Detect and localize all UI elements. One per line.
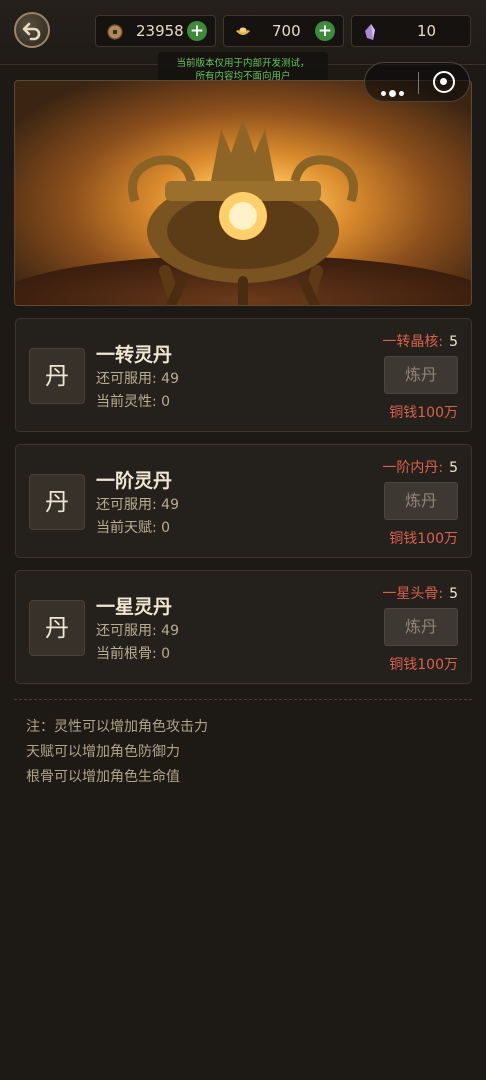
miniprogram-capsule — [364, 62, 470, 102]
cauldron-banner — [14, 80, 472, 306]
plus-icon: + — [189, 21, 205, 41]
more-dots-icon[interactable] — [381, 81, 407, 100]
remaining-label: 还可服用: — [96, 497, 157, 513]
refine-cost: 铜钱100万 — [389, 405, 458, 421]
copper-amount: 23958 — [136, 22, 184, 40]
current-stat: 当前灵性: 0 — [96, 391, 170, 411]
refine-button[interactable]: 炼丹 — [384, 608, 458, 646]
current-stat: 当前天赋: 0 — [96, 517, 170, 537]
dan-card-3: 丹 一星灵丹 还可服用: 49 当前根骨: 0 一星头骨: 5 炼丹 铜钱100万 — [15, 570, 472, 684]
refine-cost: 铜钱100万 — [389, 657, 458, 673]
remaining-value: 49 — [161, 623, 179, 639]
refine-cost: 铜钱100万 — [389, 531, 458, 547]
material-requirement: 一转晶核: 5 — [382, 331, 458, 351]
add-gold-button[interactable]: + — [315, 21, 335, 41]
dan-card-2: 丹 一阶灵丹 还可服用: 49 当前天赋: 0 一阶内丹: 5 炼丹 铜钱100万 — [15, 444, 472, 558]
gold-ingot-icon — [236, 27, 250, 35]
stat-value: 0 — [161, 646, 171, 662]
material-count: 5 — [449, 334, 458, 350]
dan-title: 一星灵丹 — [96, 596, 173, 618]
material-label: 一转晶核: — [382, 334, 444, 350]
material-requirement: 一阶内丹: 5 — [382, 457, 458, 477]
back-arrow-icon — [22, 22, 41, 41]
note-line-1: 注：灵性可以增加角色攻击力 — [26, 719, 208, 735]
purple-crystal-icon — [365, 24, 375, 40]
dan-card-1: 丹 一转灵丹 还可服用: 49 当前灵性: 0 一转晶核: 5 炼丹 铜钱100万 — [15, 318, 472, 432]
dan-title: 一转灵丹 — [96, 344, 173, 366]
dan-icon: 丹 — [29, 474, 85, 530]
add-copper-button[interactable]: + — [187, 21, 207, 41]
material-label: 一星头骨: — [382, 586, 444, 602]
record-target-icon[interactable] — [433, 71, 455, 93]
back-button[interactable] — [14, 12, 50, 48]
remaining-uses: 还可服用: 49 — [96, 494, 179, 514]
material-requirement: 一星头骨: 5 — [382, 583, 458, 603]
capsule-separator — [418, 72, 419, 94]
crystal-amount: 10 — [417, 22, 437, 40]
dan-icon: 丹 — [29, 348, 85, 404]
remaining-value: 49 — [161, 497, 179, 513]
stat-value: 0 — [161, 394, 171, 410]
dan-icon: 丹 — [29, 600, 85, 656]
gold-amount: 700 — [272, 22, 301, 40]
refine-button[interactable]: 炼丹 — [384, 482, 458, 520]
refine-button[interactable]: 炼丹 — [384, 356, 458, 394]
remaining-uses: 还可服用: 49 — [96, 620, 179, 640]
test-notice-line1: 当前版本仅用于内部开发测试， — [176, 58, 310, 69]
gold-resource: 700 + — [223, 15, 344, 47]
dan-title: 一阶灵丹 — [96, 470, 173, 492]
plus-icon: + — [317, 21, 333, 41]
remaining-value: 49 — [161, 371, 179, 387]
copper-coin-icon — [107, 24, 123, 40]
cauldron-illustration — [128, 119, 358, 305]
note-line-3: 根骨可以增加角色生命值 — [26, 769, 180, 785]
material-label: 一阶内丹: — [382, 460, 444, 476]
notes-divider — [14, 699, 472, 700]
stat-label: 当前天赋: — [96, 520, 157, 536]
remaining-label: 还可服用: — [96, 623, 157, 639]
note-line-2: 天赋可以增加角色防御力 — [26, 744, 180, 760]
stat-label: 当前根骨: — [96, 646, 157, 662]
material-count: 5 — [449, 586, 458, 602]
material-count: 5 — [449, 460, 458, 476]
remaining-uses: 还可服用: 49 — [96, 368, 179, 388]
crystal-resource: 10 — [351, 15, 471, 47]
remaining-label: 还可服用: — [96, 371, 157, 387]
current-stat: 当前根骨: 0 — [96, 643, 170, 663]
copper-resource: 23958 + — [95, 15, 216, 47]
stat-value: 0 — [161, 520, 171, 536]
stat-label: 当前灵性: — [96, 394, 157, 410]
